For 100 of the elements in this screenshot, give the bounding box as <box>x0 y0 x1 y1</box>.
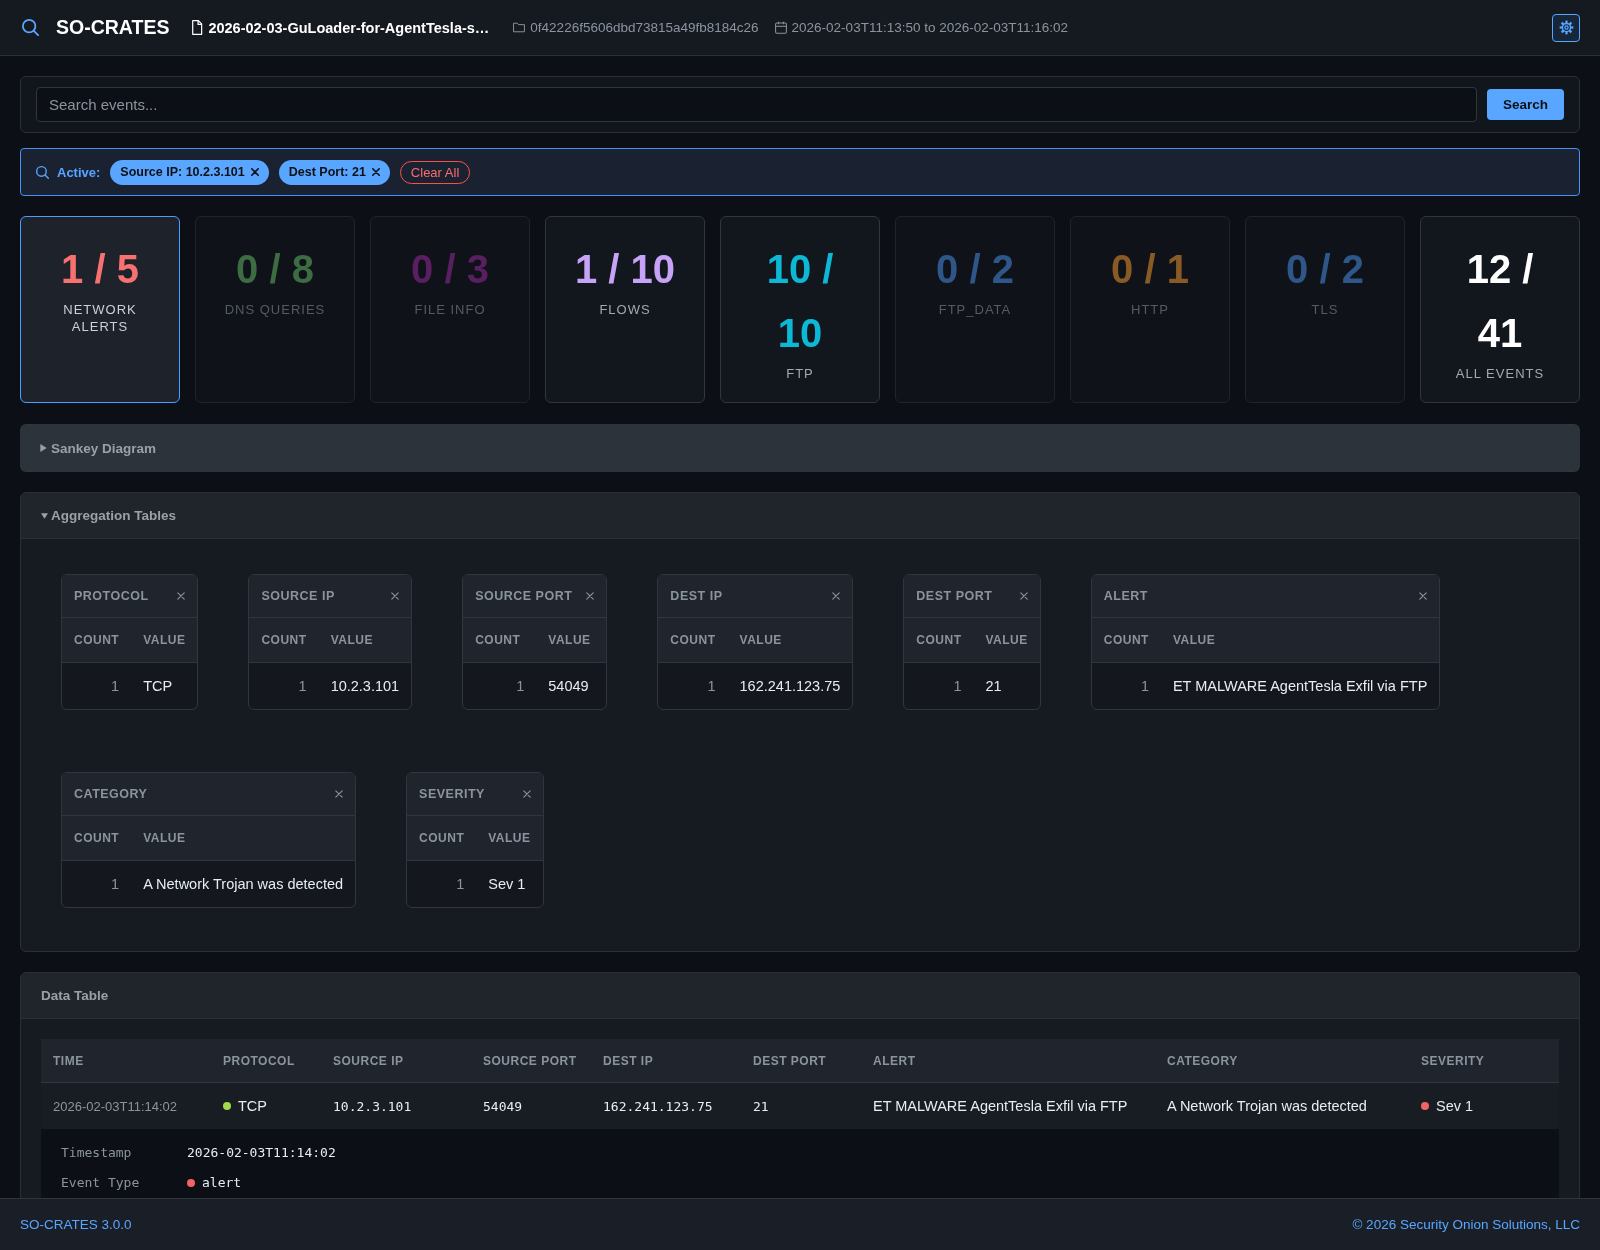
column-header: COUNT <box>407 816 477 861</box>
value-cell: 162.241.123.75 <box>727 662 853 709</box>
column-header: SOURCE PORT <box>482 1053 578 1068</box>
column-header: SEVERITY <box>1420 1053 1486 1068</box>
stat-value: 0 / 8 <box>236 246 314 293</box>
close-icon[interactable] <box>1019 592 1028 600</box>
column-header: DEST IP <box>602 1053 655 1068</box>
table-title: SOURCE IP <box>261 589 335 603</box>
value-cell: 10.2.3.101 <box>318 662 412 709</box>
value-cell: A Network Trojan was detected <box>131 860 356 907</box>
detail-label: Event Type <box>61 1175 141 1191</box>
settings-button[interactable] <box>1552 13 1580 42</box>
copyright-link[interactable]: © 2026 Security Onion Solutions, LLC <box>1352 1217 1580 1232</box>
column-header: COUNT <box>249 618 319 663</box>
stat-value: 0 / 2 <box>1286 246 1364 293</box>
table-cell: 2026-02-03T11:14:02 <box>53 1098 178 1114</box>
count-cell: 1 <box>249 662 319 709</box>
column-header: VALUE <box>131 816 356 861</box>
column-header: COUNT <box>62 816 132 861</box>
table-title: PROTOCOL <box>74 589 149 603</box>
close-icon[interactable] <box>335 790 344 798</box>
aggregation-toggle[interactable]: Aggregation Tables <box>21 493 1579 539</box>
close-icon[interactable] <box>371 168 380 176</box>
app-title: SO-CRATES <box>56 16 170 39</box>
count-cell: 1 <box>62 860 132 907</box>
stat-label: NETWORK ALERTS <box>62 301 138 335</box>
detail-value: 2026-02-03T11:14:02 <box>187 1145 336 1161</box>
count-cell: 1 <box>407 860 477 907</box>
stat-label: FTP_DATA <box>938 301 1012 318</box>
value-cell: ET MALWARE AgentTesla Exfil via FTP <box>1160 662 1440 709</box>
column-header: COUNT <box>658 618 728 663</box>
column-header: COUNT <box>904 618 974 663</box>
table-title: ALERT <box>1103 589 1148 603</box>
column-header: VALUE <box>131 618 198 663</box>
column-header: CATEGORY <box>1166 1053 1239 1068</box>
stat-value: 12 / 41 <box>1465 246 1535 357</box>
stat-card[interactable]: 12 / 41 ALL EVENTS <box>1420 216 1580 403</box>
value-cell: 21 <box>973 662 1040 709</box>
filter-chip[interactable]: Source IP: 10.2.3.101 <box>110 159 269 185</box>
table-cell: TCP <box>238 1098 267 1114</box>
search-field[interactable]: Search events... <box>36 87 1477 122</box>
column-header: VALUE <box>318 618 412 663</box>
table-cell: A Network Trojan was detected <box>1167 1098 1367 1114</box>
column-header: VALUE <box>727 618 853 663</box>
stat-label: FTP <box>786 365 814 382</box>
stat-card[interactable]: 10 / 10 FTP <box>720 216 880 403</box>
table-cell: 21 <box>753 1098 769 1114</box>
table-title: DEST IP <box>670 589 723 603</box>
column-header: COUNT <box>1091 618 1161 663</box>
calendar-icon <box>774 20 787 35</box>
search-button[interactable]: Search <box>1486 89 1564 120</box>
sankey-toggle[interactable]: Sankey Diagram <box>20 424 1580 472</box>
stat-label: FILE INFO <box>414 301 486 318</box>
table-title: SEVERITY <box>419 787 485 801</box>
stat-card[interactable]: 1 / 10 FLOWS <box>545 216 705 403</box>
search-icon <box>36 165 49 179</box>
close-icon[interactable] <box>586 592 595 600</box>
settings-icon <box>1558 20 1574 35</box>
column-header: TIME <box>52 1053 85 1068</box>
table-cell: 162.241.123.75 <box>603 1098 713 1114</box>
column-header: SOURCE IP <box>332 1053 405 1068</box>
column-header: COUNT <box>62 618 132 663</box>
date-range: 2026-02-03T11:13:50 to 2026-02-03T11:16:02 <box>791 20 1069 35</box>
table-title: SOURCE PORT <box>475 589 573 603</box>
close-icon[interactable] <box>522 790 531 798</box>
table-cell: ET MALWARE AgentTesla Exfil via FTP <box>873 1098 1128 1114</box>
file-icon <box>191 20 204 35</box>
value-cell: TCP <box>131 662 198 709</box>
count-cell: 1 <box>1091 662 1161 709</box>
stat-value: 1 / 10 <box>574 246 676 293</box>
stat-value: 1 / 5 <box>61 246 139 293</box>
detail-value: alert <box>202 1175 242 1191</box>
column-header: ALERT <box>872 1053 917 1068</box>
stat-card[interactable]: 1 / 5 NETWORK ALERTS <box>20 216 180 403</box>
stat-label: FLOWS <box>599 301 651 318</box>
version-link[interactable]: SO-CRATES 3.0.0 <box>20 1217 132 1232</box>
column-header: VALUE <box>973 618 1040 663</box>
close-icon[interactable] <box>250 168 259 176</box>
stat-value: 10 / 10 <box>765 246 835 357</box>
close-icon[interactable] <box>1419 592 1428 600</box>
close-icon[interactable] <box>391 592 400 600</box>
count-cell: 1 <box>62 662 132 709</box>
table-cell: 54049 <box>483 1098 523 1114</box>
filter-chip[interactable]: Dest Port: 21 <box>278 159 390 185</box>
file-name: 2026-02-03-GuLoader-for-AgentTesla-s… <box>208 19 490 36</box>
value-cell: 54049 <box>536 662 607 709</box>
stat-label: ALL EVENTS <box>1455 365 1545 382</box>
stat-value: 0 / 3 <box>411 246 489 293</box>
close-icon[interactable] <box>177 592 186 600</box>
value-cell: Sev 1 <box>476 860 543 907</box>
close-icon[interactable] <box>832 592 841 600</box>
column-header: VALUE <box>476 816 543 861</box>
table-cell: Sev 1 <box>1436 1098 1474 1114</box>
column-header: DEST PORT <box>752 1053 828 1068</box>
column-header: PROTOCOL <box>222 1053 296 1068</box>
search-icon <box>22 19 39 36</box>
table-title: CATEGORY <box>74 787 148 801</box>
column-header: VALUE <box>536 618 607 663</box>
count-cell: 1 <box>658 662 728 709</box>
active-filters-label: Active: <box>57 164 101 180</box>
